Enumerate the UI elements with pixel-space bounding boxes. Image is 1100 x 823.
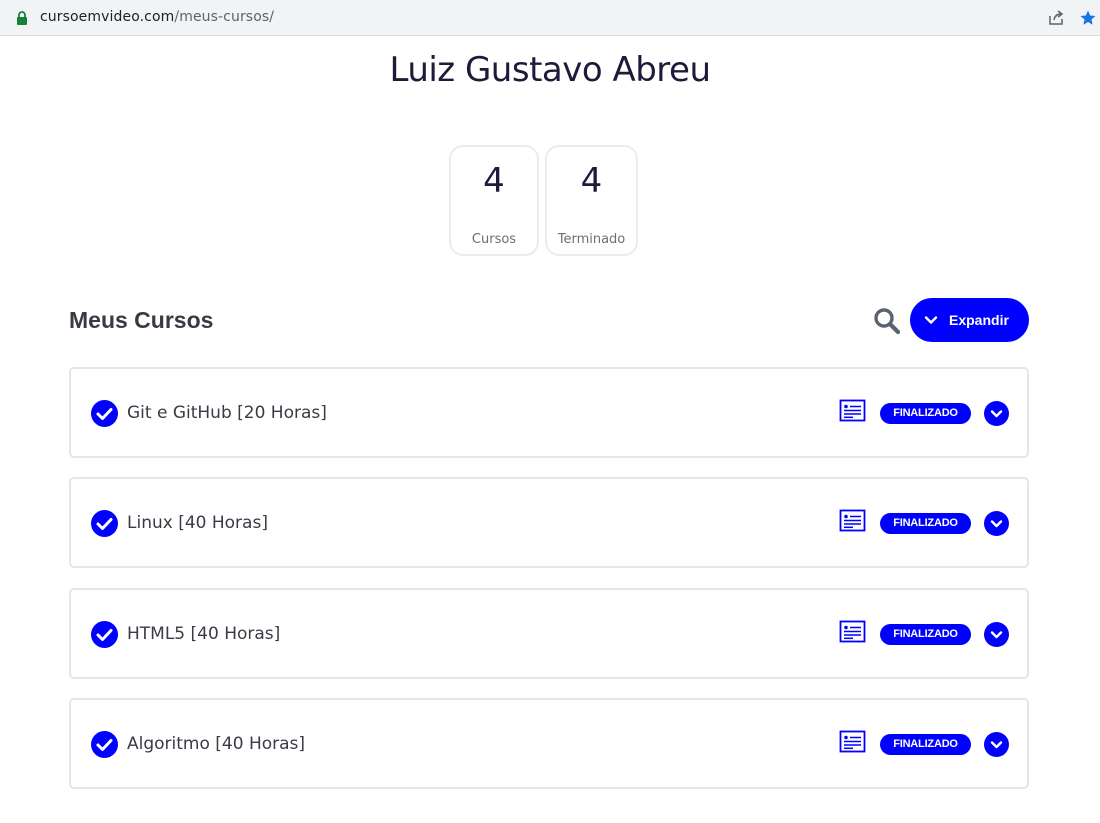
browser-address-bar: cursoemvideo.com/meus-cursos/ <box>0 0 1100 36</box>
course-title: HTML5 [40 Horas] <box>127 624 281 644</box>
course-title: Git e GitHub [20 Horas] <box>127 403 327 423</box>
section-title: Meus Cursos <box>69 307 214 333</box>
star-icon[interactable] <box>1079 9 1097 27</box>
course-card[interactable]: Git e GitHub [20 Horas] FINALIZADO <box>69 367 1029 458</box>
status-badge: FINALIZADO <box>880 513 971 534</box>
course-card[interactable]: HTML5 [40 Horas] FINALIZADO <box>69 588 1029 679</box>
certificate-icon[interactable] <box>839 509 866 532</box>
status-badge: FINALIZADO <box>880 734 971 755</box>
certificate-icon[interactable] <box>839 730 866 753</box>
course-title: Algoritmo [40 Horas] <box>127 734 306 754</box>
chevron-down-icon[interactable] <box>984 732 1009 757</box>
stat-courses-value: 4 <box>483 161 505 201</box>
course-card[interactable]: Algoritmo [40 Horas] FINALIZADO <box>69 698 1029 789</box>
stat-finished-value: 4 <box>580 161 603 201</box>
search-icon[interactable] <box>872 306 902 336</box>
check-circle-icon <box>91 621 118 648</box>
url-host: cursoemvideo.com <box>40 9 175 25</box>
course-card[interactable]: Linux [40 Horas] FINALIZADO <box>69 477 1029 568</box>
expand-button-label: Expandir <box>949 312 1009 328</box>
stat-finished: 4 Terminado <box>545 145 638 256</box>
stat-courses: 4 Cursos <box>449 145 539 256</box>
check-circle-icon <box>91 510 118 537</box>
stat-courses-label: Cursos <box>471 232 517 247</box>
course-title: Linux [40 Horas] <box>127 513 268 533</box>
chevron-down-icon[interactable] <box>984 511 1009 536</box>
lock-icon <box>17 11 27 25</box>
status-badge: FINALIZADO <box>880 403 971 424</box>
expand-button[interactable]: Expandir <box>910 298 1029 342</box>
certificate-icon[interactable] <box>839 399 866 422</box>
check-circle-icon <box>91 400 118 427</box>
url-field[interactable]: cursoemvideo.com/meus-cursos/ <box>40 9 274 25</box>
status-badge: FINALIZADO <box>880 624 971 645</box>
share-icon[interactable] <box>1048 10 1064 26</box>
certificate-icon[interactable] <box>839 620 866 643</box>
check-circle-icon <box>91 731 118 758</box>
chevron-down-icon[interactable] <box>984 401 1009 426</box>
profile-name: Luiz Gustavo Abreu <box>389 50 711 90</box>
stat-finished-label: Terminado <box>557 232 626 247</box>
chevron-down-icon[interactable] <box>984 622 1009 647</box>
chevron-down-icon <box>924 316 938 324</box>
url-path: /meus-cursos/ <box>174 9 275 25</box>
